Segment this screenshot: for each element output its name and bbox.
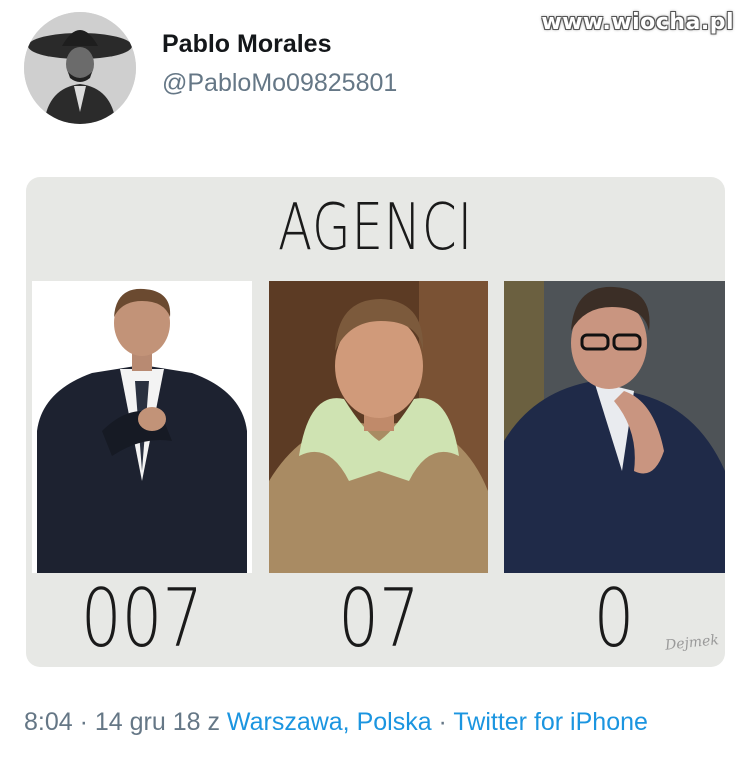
agent-code-2: 07 <box>338 572 420 665</box>
agent-photo-3 <box>504 281 725 573</box>
tweet-location-link[interactable]: Warszawa, Polska <box>227 708 432 736</box>
agent-photo-2 <box>269 281 488 573</box>
meta-separator: · <box>72 708 95 736</box>
agent-photo-1 <box>32 281 252 573</box>
tweet-source-link[interactable]: Twitter for iPhone <box>453 708 648 736</box>
tweet-time[interactable]: 8:04 <box>24 708 73 736</box>
author-handle[interactable]: @PabloMo09825801 <box>162 69 397 98</box>
meta-separator-2: · <box>431 708 454 736</box>
avatar-portrait <box>24 12 136 124</box>
site-watermark: www.wiocha.pl <box>541 10 734 35</box>
meme-title: AGENCI <box>277 191 474 265</box>
avatar[interactable] <box>24 12 136 124</box>
author-names: Pablo Morales @PabloMo09825801 <box>162 30 397 98</box>
tweet-header: Pablo Morales @PabloMo09825801 <box>24 12 397 124</box>
tweet-meta: 8:04 · 14 gru 18 z Warszawa, Polska · Tw… <box>24 703 724 741</box>
author-display-name[interactable]: Pablo Morales <box>162 30 397 59</box>
tweet-image[interactable]: AGENCI 007 07 0 Dejmek <box>26 177 725 667</box>
agent-code-1: 007 <box>80 572 204 665</box>
tweet-date[interactable]: 14 gru 18 z <box>95 708 227 736</box>
